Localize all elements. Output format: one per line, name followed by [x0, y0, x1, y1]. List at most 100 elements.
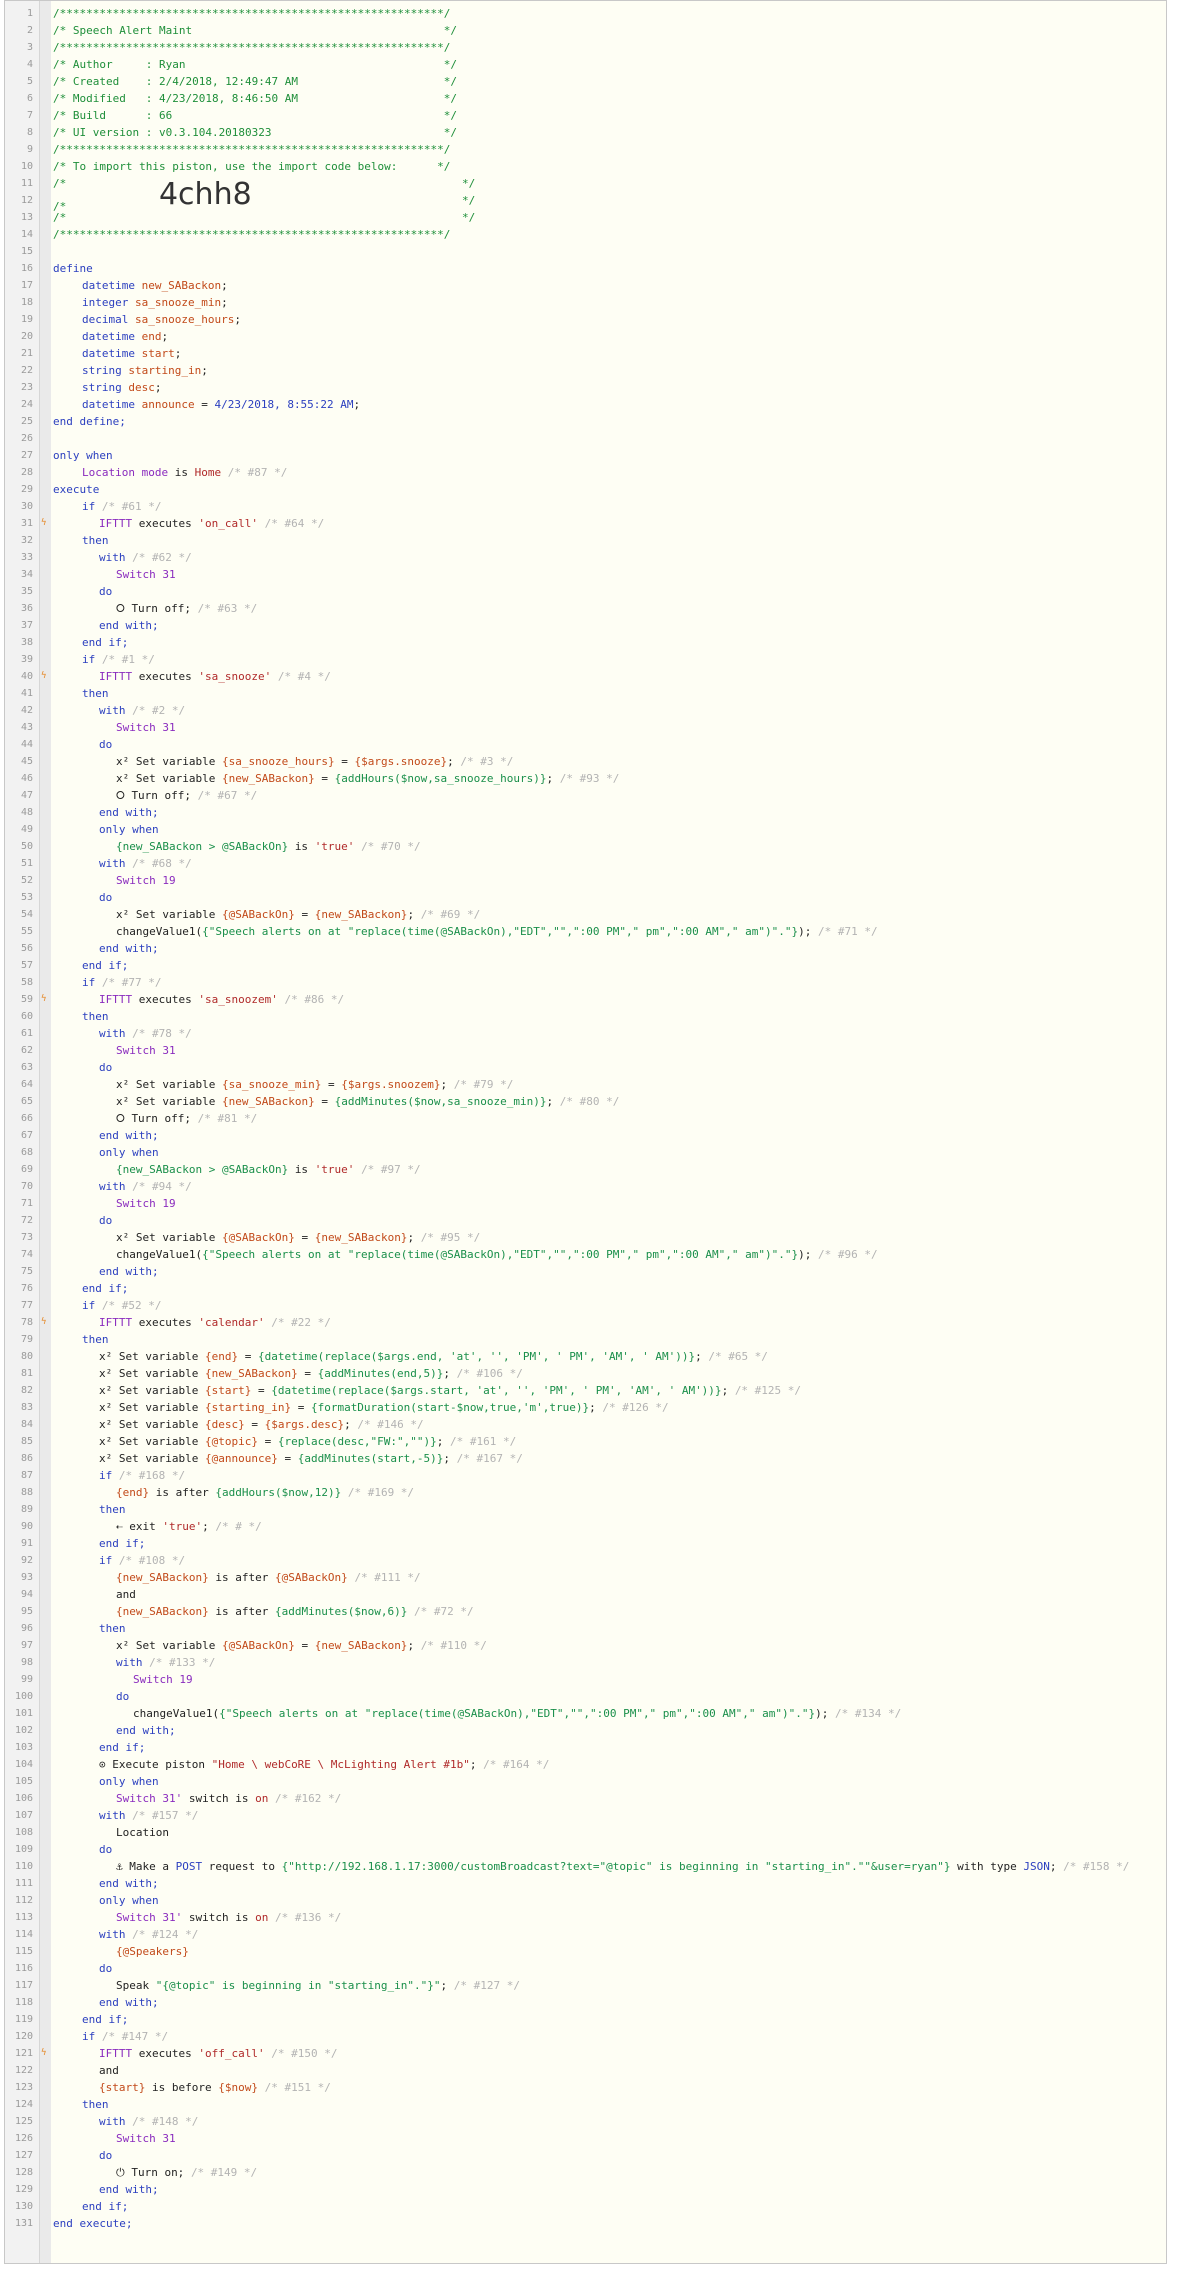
code-line[interactable]: Switch 31' switch is on /* #136 */ — [116, 1909, 341, 1926]
code-line[interactable]: Switch 19 — [133, 1671, 193, 1688]
code-line[interactable]: end if; — [82, 2011, 128, 2028]
code-line[interactable]: /* Build : 66 */ — [53, 107, 457, 124]
code-line[interactable]: IFTTT executes 'sa_snooze' /* #4 */ — [99, 668, 331, 685]
code-line[interactable]: x² Set variable {new_SABackon} = {addHou… — [116, 770, 619, 787]
code-line[interactable]: end with; — [99, 804, 159, 821]
code-line[interactable]: define — [53, 260, 93, 277]
code-line[interactable]: IFTTT executes 'sa_snoozem' /* #86 */ — [99, 991, 344, 1008]
code-line[interactable]: {new_SABackon} is after {@SABackOn} /* #… — [116, 1569, 421, 1586]
code-line[interactable]: only when — [99, 1892, 159, 1909]
code-line[interactable]: do — [99, 1212, 112, 1229]
code-line[interactable]: if /* #52 */ — [82, 1297, 161, 1314]
code-line[interactable]: changeValue1({"Speech alerts on at "repl… — [116, 923, 878, 940]
code-line[interactable]: Speak "{@topic" is beginning in "startin… — [116, 1977, 520, 1994]
code-line[interactable]: /* Author : Ryan */ — [53, 56, 457, 73]
code-line[interactable]: do — [99, 1841, 112, 1858]
code-line[interactable]: /* */ — [53, 175, 475, 192]
code-line[interactable]: with /* #124 */ — [99, 1926, 198, 1943]
code-line[interactable]: end with; — [99, 1263, 159, 1280]
code-line[interactable]: x² Set variable {end} = {datetime(replac… — [99, 1348, 768, 1365]
code-line[interactable]: Location — [116, 1824, 169, 1841]
code-line[interactable]: end define; — [53, 413, 126, 430]
code-line[interactable]: /* Modified : 4/23/2018, 8:46:50 AM */ — [53, 90, 457, 107]
code-line[interactable]: IFTTT executes 'off_call' /* #150 */ — [99, 2045, 337, 2062]
code-line[interactable]: only when — [99, 821, 159, 838]
code-line[interactable]: with /* #157 */ — [99, 1807, 198, 1824]
code-line[interactable]: with /* #2 */ — [99, 702, 185, 719]
code-line[interactable]: {new_SABackon > @SABackOn} is 'true' /* … — [116, 838, 421, 855]
code-line[interactable]: x² Set variable {@topic} = {replace(desc… — [99, 1433, 516, 1450]
code-line[interactable]: do — [116, 1688, 129, 1705]
code-line[interactable]: /***************************************… — [53, 226, 450, 243]
code-line[interactable]: do — [99, 1960, 112, 1977]
code-line[interactable]: x² Set variable {@SABackOn} = {new_SABac… — [116, 1229, 480, 1246]
code-line[interactable]: end with; — [99, 2181, 159, 2198]
code-line[interactable]: /* Created : 2/4/2018, 12:49:47 AM */ — [53, 73, 457, 90]
code-line[interactable]: ⭘ Turn off; /* #67 */ — [116, 787, 257, 804]
code-line[interactable]: /***************************************… — [53, 5, 450, 22]
code-line[interactable]: end with; — [116, 1722, 176, 1739]
code-line[interactable]: /***************************************… — [53, 39, 450, 56]
code-line[interactable]: if /* #108 */ — [99, 1552, 185, 1569]
code-line[interactable]: end execute; — [53, 2215, 132, 2232]
code-line[interactable]: ⇠ exit 'true'; /* # */ — [116, 1518, 262, 1535]
code-line[interactable]: x² Set variable {@announce} = {addMinute… — [99, 1450, 523, 1467]
code-line[interactable]: IFTTT executes 'calendar' /* #22 */ — [99, 1314, 331, 1331]
code-line[interactable]: string starting_in; — [82, 362, 208, 379]
code-line[interactable]: /* */ — [53, 209, 475, 226]
code-line[interactable]: only when — [53, 447, 113, 464]
code-line[interactable]: datetime new_SABackon; — [82, 277, 228, 294]
code-line[interactable]: Switch 31 — [116, 566, 176, 583]
code-line[interactable]: integer sa_snooze_min; — [82, 294, 228, 311]
code-line[interactable]: ⊙ Execute piston "Home \ webCoRE \ McLig… — [99, 1756, 549, 1773]
code-line[interactable]: end with; — [99, 1875, 159, 1892]
code-line[interactable]: Switch 19 — [116, 872, 176, 889]
code-line[interactable]: x² Set variable {start} = {datetime(repl… — [99, 1382, 801, 1399]
code-line[interactable]: Switch 31 — [116, 719, 176, 736]
code-line[interactable]: {new_SABackon} is after {addMinutes($now… — [116, 1603, 474, 1620]
code-line[interactable]: x² Set variable {@SABackOn} = {new_SABac… — [116, 906, 480, 923]
code-line[interactable]: x² Set variable {new_SABackon} = {addMin… — [116, 1093, 619, 1110]
code-line[interactable]: x² Set variable {sa_snooze_min} = {$args… — [116, 1076, 513, 1093]
code-line[interactable]: do — [99, 1059, 112, 1076]
code-line[interactable]: if /* #61 */ — [82, 498, 161, 515]
code-line[interactable]: Switch 31 — [116, 2130, 176, 2147]
code-line[interactable]: then — [99, 1620, 126, 1637]
code-line[interactable]: with /* #62 */ — [99, 549, 192, 566]
code-line[interactable]: with /* #133 */ — [116, 1654, 215, 1671]
code-line[interactable]: then — [82, 2096, 109, 2113]
code-line[interactable]: and — [116, 1586, 136, 1603]
code-line[interactable]: x² Set variable {starting_in} = {formatD… — [99, 1399, 669, 1416]
code-line[interactable]: do — [99, 583, 112, 600]
code-line[interactable]: ⏻ Turn on; /* #149 */ — [116, 2164, 257, 2181]
code-line[interactable]: datetime end; — [82, 328, 168, 345]
code-line[interactable]: {end} is after {addHours($now,12)} /* #1… — [116, 1484, 414, 1501]
code-line[interactable]: then — [82, 1331, 109, 1348]
code-line[interactable]: if /* #147 */ — [82, 2028, 168, 2045]
code-line[interactable]: execute — [53, 481, 99, 498]
code-line[interactable]: /* 4chh8 */ — [53, 180, 475, 215]
code-line[interactable]: do — [99, 2147, 112, 2164]
code-line[interactable]: end if; — [82, 634, 128, 651]
code-line[interactable]: then — [82, 532, 109, 549]
code-line[interactable]: with /* #68 */ — [99, 855, 192, 872]
code-line[interactable]: /***************************************… — [53, 141, 450, 158]
code-line[interactable]: then — [99, 1501, 126, 1518]
code-line[interactable]: x² Set variable {sa_snooze_hours} = {$ar… — [116, 753, 513, 770]
code-line[interactable]: only when — [99, 1144, 159, 1161]
code-line[interactable]: datetime announce = 4/23/2018, 8:55:22 A… — [82, 396, 360, 413]
code-line[interactable]: Switch 31' switch is on /* #162 */ — [116, 1790, 341, 1807]
code-line[interactable]: changeValue1({"Speech alerts on at "repl… — [116, 1246, 878, 1263]
code-line[interactable]: x² Set variable {desc} = {$args.desc}; /… — [99, 1416, 424, 1433]
code-line[interactable]: do — [99, 736, 112, 753]
code-line[interactable]: /* Speech Alert Maint */ — [53, 22, 457, 39]
code-line[interactable]: ⭘ Turn off; /* #81 */ — [116, 1110, 257, 1127]
code-line[interactable]: do — [99, 889, 112, 906]
code-line[interactable]: end with; — [99, 1127, 159, 1144]
code-line[interactable]: with /* #148 */ — [99, 2113, 198, 2130]
code-line[interactable]: end with; — [99, 1994, 159, 2011]
code-line[interactable]: changeValue1({"Speech alerts on at "repl… — [133, 1705, 901, 1722]
code-line[interactable]: end if; — [99, 1739, 145, 1756]
code-line[interactable]: only when — [99, 1773, 159, 1790]
code-line[interactable]: IFTTT executes 'on_call' /* #64 */ — [99, 515, 324, 532]
